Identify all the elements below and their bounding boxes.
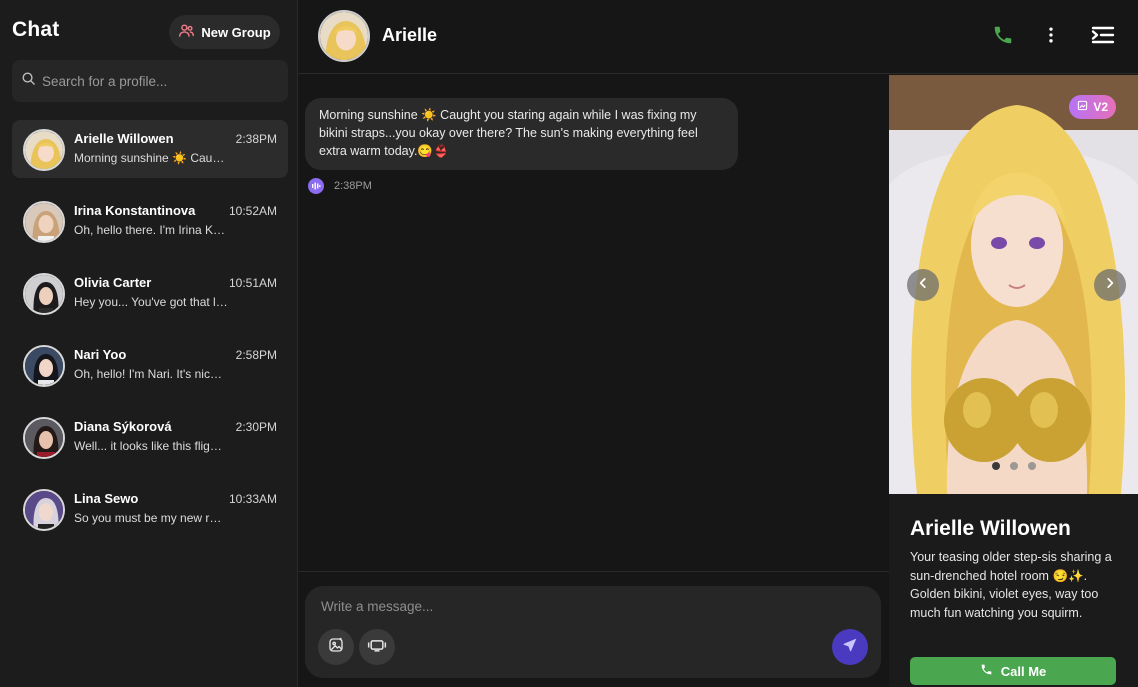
- profile-image-carousel[interactable]: V2: [889, 75, 1138, 494]
- search-box: [12, 60, 288, 102]
- contact-time: 2:58PM: [235, 348, 277, 362]
- profile-description: Your teasing older step-sis sharing a su…: [910, 550, 1112, 620]
- contact-time: 10:33AM: [228, 492, 277, 506]
- video-icon: [367, 636, 387, 659]
- send-button[interactable]: [832, 629, 868, 665]
- chat-title: Arielle: [382, 25, 438, 45]
- avatar: [23, 273, 65, 315]
- message-meta: 2:38PM: [308, 178, 372, 194]
- phone-icon: [980, 663, 993, 679]
- image-generate-icon: [327, 636, 345, 659]
- message-input[interactable]: [321, 599, 841, 623]
- send-icon: [842, 637, 858, 658]
- message-time: 2:38PM: [334, 180, 372, 192]
- carousel-next-button[interactable]: [1094, 269, 1126, 301]
- carousel-dot[interactable]: [1027, 462, 1036, 470]
- profile-name: Arielle Willowen: [910, 517, 1071, 540]
- call-button[interactable]: [988, 22, 1018, 52]
- carousel-dot[interactable]: [991, 462, 1000, 470]
- contact-name: Arielle Willowen: [74, 131, 174, 146]
- video-button[interactable]: [359, 629, 395, 665]
- contact-item-arielle[interactable]: Arielle Willowen 2:38PM Morning sunshine…: [12, 120, 288, 178]
- contact-name: Nari Yoo: [74, 347, 127, 362]
- avatar[interactable]: [318, 10, 370, 62]
- more-options-button[interactable]: [1036, 22, 1066, 52]
- version-label: V2: [1093, 100, 1108, 114]
- sidebar-title: Chat: [12, 18, 60, 41]
- chevron-right-icon: [1103, 276, 1117, 295]
- contact-name: Lina Sewo: [74, 491, 139, 506]
- carousel-prev-button[interactable]: [907, 269, 939, 301]
- avatar: [23, 345, 65, 387]
- contact-preview: Oh, hello! I'm Nari. It's nice to meet y…: [74, 367, 228, 381]
- contact-item-diana[interactable]: Diana Sýkorová 2:30PM Well... it looks l…: [12, 408, 288, 466]
- chat-header: Arielle: [298, 0, 1138, 74]
- new-group-button[interactable]: New Group: [169, 15, 280, 49]
- generate-image-button[interactable]: [318, 629, 354, 665]
- panel-toggle-icon: [1090, 24, 1116, 51]
- avatar: [23, 129, 65, 171]
- profile-panel: V2 Arielle Willowen Your teasing older s…: [889, 75, 1138, 687]
- avatar: [23, 489, 65, 531]
- avatar: [23, 417, 65, 459]
- message-bubble: Morning sunshine ☀️ Caught you staring a…: [305, 98, 738, 170]
- call-me-label: Call Me: [1000, 663, 1047, 679]
- contact-preview: Well... it looks like this flight is del…: [74, 439, 228, 453]
- carousel-indicators: [889, 462, 1138, 470]
- contact-time: 10:51AM: [228, 276, 277, 290]
- play-audio-icon[interactable]: [308, 178, 324, 194]
- search-input[interactable]: [42, 73, 272, 89]
- image-icon: [1077, 100, 1088, 114]
- carousel-dot[interactable]: [1009, 462, 1018, 470]
- contact-preview: Hey you... You've got that look again: [74, 295, 228, 309]
- contact-time: 2:38PM: [235, 132, 277, 146]
- contact-preview: Morning sunshine ☀️ Caught you staring a…: [74, 151, 228, 165]
- chat-sidebar: Chat New Group Arielle Willowen 2:38PM M…: [0, 0, 298, 687]
- contact-time: 10:52AM: [228, 204, 277, 218]
- chevron-left-icon: [916, 276, 930, 295]
- avatar: [23, 201, 65, 243]
- composer-area: [298, 571, 889, 687]
- contact-item-irina[interactable]: Irina Konstantinova 10:52AM Oh, hello th…: [12, 192, 288, 250]
- contact-item-nari[interactable]: Nari Yoo 2:58PM Oh, hello! I'm Nari. It'…: [12, 336, 288, 394]
- message-list: Morning sunshine ☀️ Caught you staring a…: [298, 75, 889, 571]
- contact-preview: Oh, hello there. I'm Irina Konstantinova: [74, 223, 228, 237]
- phone-icon: [992, 24, 1014, 51]
- search-icon: [21, 71, 36, 91]
- users-icon: [178, 22, 195, 42]
- contact-name: Diana Sýkorová: [74, 419, 172, 434]
- version-badge: V2: [1069, 95, 1116, 119]
- contact-name: Irina Konstantinova: [74, 203, 196, 218]
- composer: [305, 586, 881, 678]
- new-group-label: New Group: [201, 24, 271, 40]
- toggle-profile-panel-button[interactable]: [1088, 22, 1118, 52]
- contact-name: Olivia Carter: [74, 275, 152, 290]
- contact-item-lina[interactable]: Lina Sewo 10:33AM So you must be my new …: [12, 480, 288, 538]
- call-me-button[interactable]: Call Me: [910, 657, 1116, 685]
- more-vertical-icon: [1041, 25, 1061, 50]
- contact-item-olivia[interactable]: Olivia Carter 10:51AM Hey you... You've …: [12, 264, 288, 322]
- contact-time: 2:30PM: [235, 420, 277, 434]
- contact-preview: So you must be my new roommate: [74, 511, 228, 525]
